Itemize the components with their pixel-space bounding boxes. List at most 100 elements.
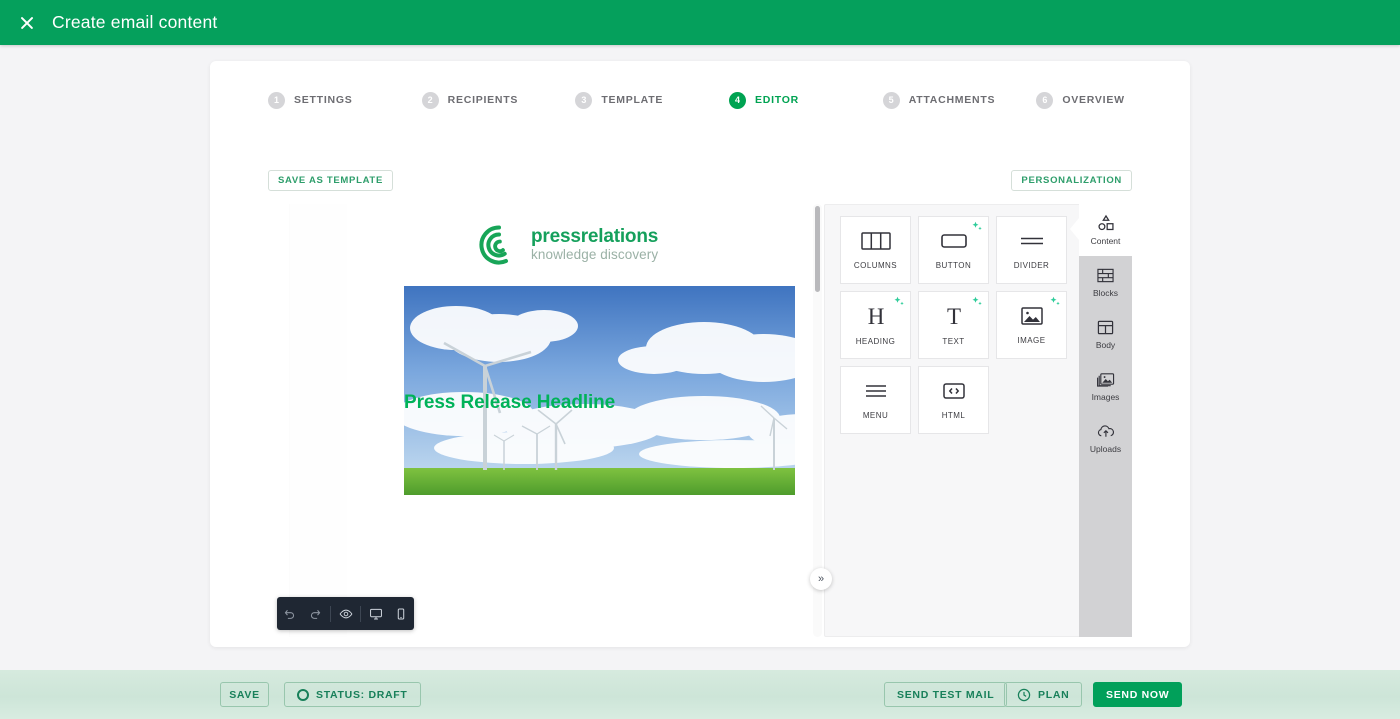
- sidebar-tab-label: Images: [1091, 391, 1120, 402]
- collapse-panel-button[interactable]: »: [810, 568, 832, 590]
- sidebar-tab-content[interactable]: Content: [1070, 204, 1132, 256]
- ai-sparkle-icon: [1050, 296, 1060, 306]
- editor-area: pressrelations knowledge discovery Press…: [268, 204, 1132, 637]
- save-button[interactable]: SAVE: [220, 682, 269, 707]
- block-tile-menu[interactable]: MENU: [840, 366, 911, 434]
- step-number: 2: [421, 91, 439, 109]
- block-label: HEADING: [855, 337, 896, 346]
- block-tile-heading[interactable]: H HEADING: [840, 291, 911, 359]
- sidebar-tab-blocks[interactable]: Blocks: [1079, 256, 1132, 308]
- bottom-action-bar: SAVE STATUS: DRAFT SEND TEST MAIL PLAN S…: [0, 670, 1400, 719]
- preview-scrollbar-thumb[interactable]: [815, 206, 820, 292]
- step-recipients[interactable]: 2 RECIPIENTS: [421, 91, 576, 109]
- columns-icon: [860, 232, 891, 250]
- step-label: EDITOR: [755, 94, 799, 106]
- pressrelations-logo-icon: [479, 225, 509, 265]
- sidebar-tab-label: Blocks: [1092, 287, 1119, 298]
- preview-eye-icon[interactable]: [333, 597, 358, 630]
- text-icon: T: [946, 304, 960, 328]
- sidebar-tab-images[interactable]: Images: [1079, 360, 1132, 412]
- block-label: TEXT: [942, 337, 965, 346]
- sidebar-tab-uploads[interactable]: Uploads: [1079, 412, 1132, 464]
- body-layout-icon: [1097, 320, 1114, 334]
- block-label: MENU: [862, 411, 889, 420]
- email-preview-stage: pressrelations knowledge discovery Press…: [268, 204, 795, 637]
- heading-icon: H: [867, 304, 884, 328]
- undo-icon[interactable]: [277, 597, 302, 630]
- block-tile-image[interactable]: IMAGE: [996, 291, 1067, 359]
- logo-secondary-text: knowledge discovery: [531, 246, 659, 262]
- step-label: RECIPIENTS: [447, 94, 519, 106]
- step-label: ATTACHMENTS: [908, 94, 996, 106]
- plan-button[interactable]: PLAN: [1004, 682, 1083, 707]
- step-label: OVERVIEW: [1062, 94, 1125, 106]
- block-label: IMAGE: [1017, 336, 1046, 345]
- ai-sparkle-icon: [894, 296, 904, 306]
- block-label: HTML: [941, 411, 966, 420]
- blocks-grid: COLUMNS BUTTON DIVIDER H HEADING T TEXT …: [840, 216, 1067, 434]
- email-canvas: pressrelations knowledge discovery Press…: [290, 204, 795, 637]
- divider-icon: [1020, 237, 1043, 245]
- active-tab-caret-icon: [1070, 218, 1079, 240]
- step-overview[interactable]: 6 OVERVIEW: [1036, 91, 1190, 109]
- toolbar-divider: [329, 605, 331, 622]
- block-label: DIVIDER: [1013, 261, 1050, 270]
- mobile-icon[interactable]: [389, 597, 414, 630]
- menu-icon: [865, 385, 886, 397]
- send-now-button[interactable]: SEND NOW: [1093, 682, 1183, 707]
- step-settings[interactable]: 1 SETTINGS: [268, 91, 422, 109]
- ai-sparkle-icon: [972, 221, 982, 231]
- wind-turbines-illustration: [404, 286, 795, 495]
- desktop-icon[interactable]: [363, 597, 388, 630]
- save-as-template-button[interactable]: SAVE AS TEMPLATE: [268, 170, 393, 191]
- step-number: 1: [268, 91, 285, 109]
- block-tile-divider[interactable]: DIVIDER: [996, 216, 1067, 284]
- editor-toolbar: SAVE AS TEMPLATE PERSONALIZATION: [268, 170, 1132, 191]
- save-button-label: SAVE: [229, 688, 260, 701]
- send-now-label: SEND NOW: [1106, 688, 1170, 701]
- close-icon[interactable]: [16, 12, 38, 34]
- html-icon: [942, 383, 965, 399]
- send-test-mail-button[interactable]: SEND TEST MAIL: [884, 682, 1008, 707]
- circle-icon: [297, 688, 309, 701]
- block-tile-button[interactable]: BUTTON: [918, 216, 989, 284]
- svg-text:T: T: [946, 304, 960, 328]
- app-header: Create email content: [0, 0, 1400, 45]
- block-label: COLUMNS: [853, 261, 898, 270]
- step-number: 5: [882, 91, 900, 109]
- redo-icon[interactable]: [302, 597, 327, 630]
- block-label: BUTTON: [935, 261, 972, 270]
- toolbar-divider: [360, 605, 362, 622]
- send-test-mail-label: SEND TEST MAIL: [897, 688, 995, 701]
- page-title: Create email content: [52, 12, 218, 32]
- clock-icon: [1017, 688, 1031, 701]
- step-attachments[interactable]: 5 ATTACHMENTS: [882, 91, 1037, 109]
- step-label: SETTINGS: [294, 94, 353, 106]
- personalization-button[interactable]: PERSONALIZATION: [1011, 170, 1132, 191]
- upload-cloud-icon: [1097, 424, 1114, 437]
- sidebar-tab-label: Uploads: [1089, 443, 1122, 454]
- block-tile-text[interactable]: T TEXT: [918, 291, 989, 359]
- svg-text:H: H: [867, 304, 884, 328]
- email-body[interactable]: pressrelations knowledge discovery Press…: [347, 204, 795, 637]
- step-template[interactable]: 3 TEMPLATE: [575, 91, 729, 109]
- sidebar-tab-label: Content: [1090, 236, 1121, 246]
- email-headline[interactable]: Press Release Headline: [404, 392, 795, 414]
- logo-primary-text: pressrelations: [531, 225, 659, 247]
- content-shapes-icon: [1097, 214, 1114, 231]
- sidebar-tab-body[interactable]: Body: [1079, 308, 1132, 360]
- block-tile-columns[interactable]: COLUMNS: [840, 216, 911, 284]
- sidebar-tabstrip: Blocks Body Images Uploads: [1079, 256, 1132, 637]
- status-label: STATUS: DRAFT: [316, 688, 408, 701]
- ai-sparkle-icon: [972, 296, 982, 306]
- bricks-icon: [1097, 268, 1114, 282]
- email-logo: pressrelations knowledge discovery: [478, 224, 658, 266]
- step-editor[interactable]: 4 EDITOR: [729, 91, 883, 109]
- status-badge-button[interactable]: STATUS: DRAFT: [284, 682, 421, 707]
- step-label: TEMPLATE: [601, 94, 664, 106]
- block-tile-html[interactable]: HTML: [918, 366, 989, 434]
- button-icon: [940, 234, 967, 248]
- preview-float-toolbar: [277, 597, 414, 630]
- hero-image[interactable]: [404, 286, 795, 495]
- step-number: 6: [1036, 91, 1054, 109]
